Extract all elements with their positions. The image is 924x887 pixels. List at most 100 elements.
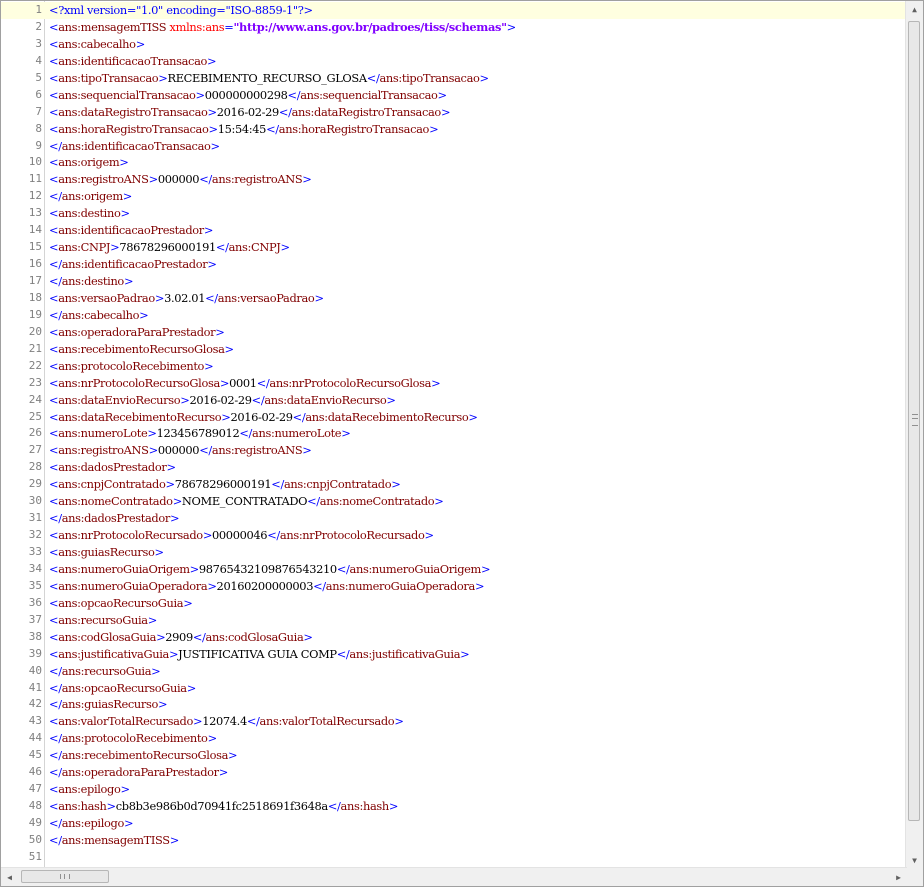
- line-number: 2: [35, 19, 42, 33]
- code-line[interactable]: 9 </ans:identificacaoTransacao>: [1, 138, 906, 155]
- code-token: >: [151, 663, 161, 678]
- code-token: >: [148, 443, 159, 458]
- horizontal-scrollbar[interactable]: ◀ ▶: [1, 867, 907, 886]
- code-line[interactable]: 42 </ans:guiasRecurso>: [1, 696, 906, 713]
- code-token: ans:protocoloRecebimento: [58, 358, 205, 373]
- code-token: </: [49, 511, 62, 526]
- code-text: <ans:identificacaoTransacao>: [49, 53, 217, 70]
- code-token: ans:dadosPrestador: [58, 460, 167, 475]
- code-line[interactable]: 27 <ans:registroANS>000000</ans:registroA…: [1, 442, 906, 459]
- vertical-scroll-thumb[interactable]: [908, 21, 920, 821]
- code-line[interactable]: 5 <ans:tipoTransacao>RECEBIMENTO_RECURSO_…: [1, 70, 906, 87]
- code-line[interactable]: 18 <ans:versaoPadrao>3.02.01</ans:versaoP…: [1, 290, 906, 307]
- code-line[interactable]: 46 </ans:operadoraParaPrestador>: [1, 764, 906, 781]
- code-token: >: [429, 121, 439, 136]
- code-token: >: [207, 578, 217, 593]
- code-line[interactable]: 35 <ans:numeroGuiaOperadora>2016020000000…: [1, 578, 906, 595]
- code-line[interactable]: 41 </ans:opcaoRecursoGuia>: [1, 680, 906, 697]
- code-line[interactable]: 22 <ans:protocoloRecebimento>: [1, 358, 906, 375]
- code-line[interactable]: 33 <ans:guiasRecurso>: [1, 544, 906, 561]
- code-text: </ans:cabecalho>: [49, 307, 149, 324]
- code-line[interactable]: 39 <ans:justificativaGuia>JUSTIFICATIVA G…: [1, 646, 906, 663]
- code-token: ans:versaoPadrao: [58, 290, 155, 305]
- code-token: </: [49, 816, 62, 830]
- scroll-right-button[interactable]: ▶: [890, 868, 907, 886]
- code-line[interactable]: 23 <ans:nrProtocoloRecursoGlosa>0001</ans…: [1, 375, 906, 392]
- code-line[interactable]: 31 </ans:dadosPrestador>: [1, 510, 906, 527]
- code-token: >: [120, 782, 131, 797]
- vertical-scrollbar[interactable]: ▲ ▼: [905, 1, 923, 869]
- code-token: 00000046: [212, 528, 268, 543]
- code-line[interactable]: 1 <?xml version="1.0" encoding="ISO-8859-…: [1, 2, 906, 19]
- code-line[interactable]: 19 </ans:cabecalho>: [1, 307, 906, 324]
- code-line[interactable]: 15 <ans:CNPJ>78678296000191</ans:CNPJ>: [1, 239, 906, 256]
- code-line[interactable]: 30 <ans:nomeContratado>NOME_CONTRATADO</a…: [1, 493, 906, 510]
- code-line[interactable]: 36 <ans:opcaoRecursoGuia>: [1, 595, 906, 612]
- code-token: ans:identificacaoTransacao: [61, 138, 211, 153]
- code-line[interactable]: 10 <ans:origem>: [1, 154, 906, 171]
- code-line[interactable]: 3 <ans:cabecalho>: [1, 36, 906, 53]
- code-token: 0001: [229, 375, 257, 390]
- code-line[interactable]: 51: [1, 849, 906, 866]
- code-token: >: [207, 104, 218, 119]
- code-text: <?xml version="1.0" encoding="ISO-8859-1…: [49, 2, 313, 19]
- code-line[interactable]: 48 <ans:hash>cb8b3e986b0d70941fc2518691f3…: [1, 798, 906, 815]
- code-token: ans:recebimentoRecursoGlosa: [61, 748, 229, 763]
- line-number: 47: [28, 782, 42, 796]
- xml-editor[interactable]: 1 <?xml version="1.0" encoding="ISO-8859-…: [0, 0, 924, 887]
- code-line[interactable]: 7 <ans:dataRegistroTransacao>2016-02-29</…: [1, 104, 906, 121]
- code-line[interactable]: 44 </ans:protocoloRecebimento>: [1, 730, 906, 747]
- arrow-up-icon: ▲: [912, 5, 917, 14]
- code-line[interactable]: 25 <ans:dataRecebimentoRecurso>2016-02-29…: [1, 409, 906, 426]
- code-line[interactable]: 16 </ans:identificacaoPrestador>: [1, 256, 906, 273]
- code-line[interactable]: 2 <ans:mensagemTISS xmlns:ans="http://www…: [1, 19, 906, 36]
- code-line[interactable]: 26 <ans:numeroLote>123456789012</ans:nume…: [1, 425, 906, 442]
- code-line[interactable]: 8 <ans:horaRegistroTransacao>15:54:45</an…: [1, 121, 906, 138]
- line-number: 27: [28, 443, 42, 457]
- horizontal-scroll-thumb[interactable]: [21, 870, 109, 883]
- code-line[interactable]: 20 <ans:operadoraParaPrestador>: [1, 324, 906, 341]
- code-line[interactable]: 45 </ans:recebimentoRecursoGlosa>: [1, 747, 906, 764]
- line-number: 3: [35, 36, 42, 50]
- code-token: ans:dataEnvioRecurso: [58, 392, 181, 407]
- code-token: </: [256, 375, 270, 390]
- code-token: <: [49, 477, 59, 492]
- code-line[interactable]: 21 <ans:recebimentoRecursoGlosa>: [1, 341, 906, 358]
- code-line[interactable]: 11 <ans:registroANS>000000</ans:registroA…: [1, 171, 906, 188]
- code-line[interactable]: 37 <ans:recursoGuia>: [1, 612, 906, 629]
- scroll-down-button[interactable]: ▼: [906, 852, 923, 869]
- code-line[interactable]: 43 <ans:valorTotalRecursado>12074.4</ans:…: [1, 713, 906, 730]
- code-token: ans:destino: [58, 206, 121, 221]
- code-token: >: [166, 460, 176, 475]
- code-line[interactable]: 6 <ans:sequencialTransacao>000000000298</…: [1, 87, 906, 104]
- code-line[interactable]: 4 <ans:identificacaoTransacao>: [1, 53, 906, 70]
- line-number: 10: [28, 155, 42, 169]
- code-line[interactable]: 29 <ans:cnpjContratado>78678296000191</an…: [1, 476, 906, 493]
- line-number: 1: [35, 3, 42, 16]
- code-token: >: [208, 121, 219, 136]
- code-token: >: [460, 646, 470, 661]
- code-line[interactable]: 49 </ans:epilogo>: [1, 815, 906, 832]
- code-token: </: [199, 443, 212, 458]
- code-line[interactable]: 28 <ans:dadosPrestador>: [1, 459, 906, 476]
- code-line[interactable]: 12 </ans:origem>: [1, 188, 906, 205]
- code-line[interactable]: 17 </ans:destino>: [1, 273, 906, 290]
- scroll-up-button[interactable]: ▲: [906, 1, 923, 18]
- code-line[interactable]: 50 </ans:mensagemTISS>: [1, 832, 906, 849]
- code-line[interactable]: 38 <ans:codGlosaGuia>2909</ans:codGlosaGu…: [1, 629, 906, 646]
- code-line[interactable]: 47 <ans:epilogo>: [1, 781, 906, 798]
- code-line[interactable]: 40 </ans:recursoGuia>: [1, 663, 906, 680]
- code-line[interactable]: 24 <ans:dataEnvioRecurso>2016-02-29</ans:…: [1, 392, 906, 409]
- scroll-left-button[interactable]: ◀: [1, 868, 18, 886]
- code-token: <: [49, 392, 59, 407]
- code-line[interactable]: 32 <ans:nrProtocoloRecursado>00000046</an…: [1, 527, 906, 544]
- code-token: <: [49, 460, 59, 475]
- code-line[interactable]: 14 <ans:identificacaoPrestador>: [1, 222, 906, 239]
- code-token: <: [49, 290, 59, 305]
- code-area[interactable]: 1 <?xml version="1.0" encoding="ISO-8859-…: [1, 2, 906, 866]
- code-token: ans:mensagemTISS: [58, 19, 167, 34]
- code-token: ans:recursoGuia: [61, 663, 152, 678]
- code-line[interactable]: 13 <ans:destino>: [1, 205, 906, 222]
- code-line[interactable]: 34 <ans:numeroGuiaOrigem>9876543210987654…: [1, 561, 906, 578]
- code-token: ans:identificacaoTransacao: [58, 53, 208, 68]
